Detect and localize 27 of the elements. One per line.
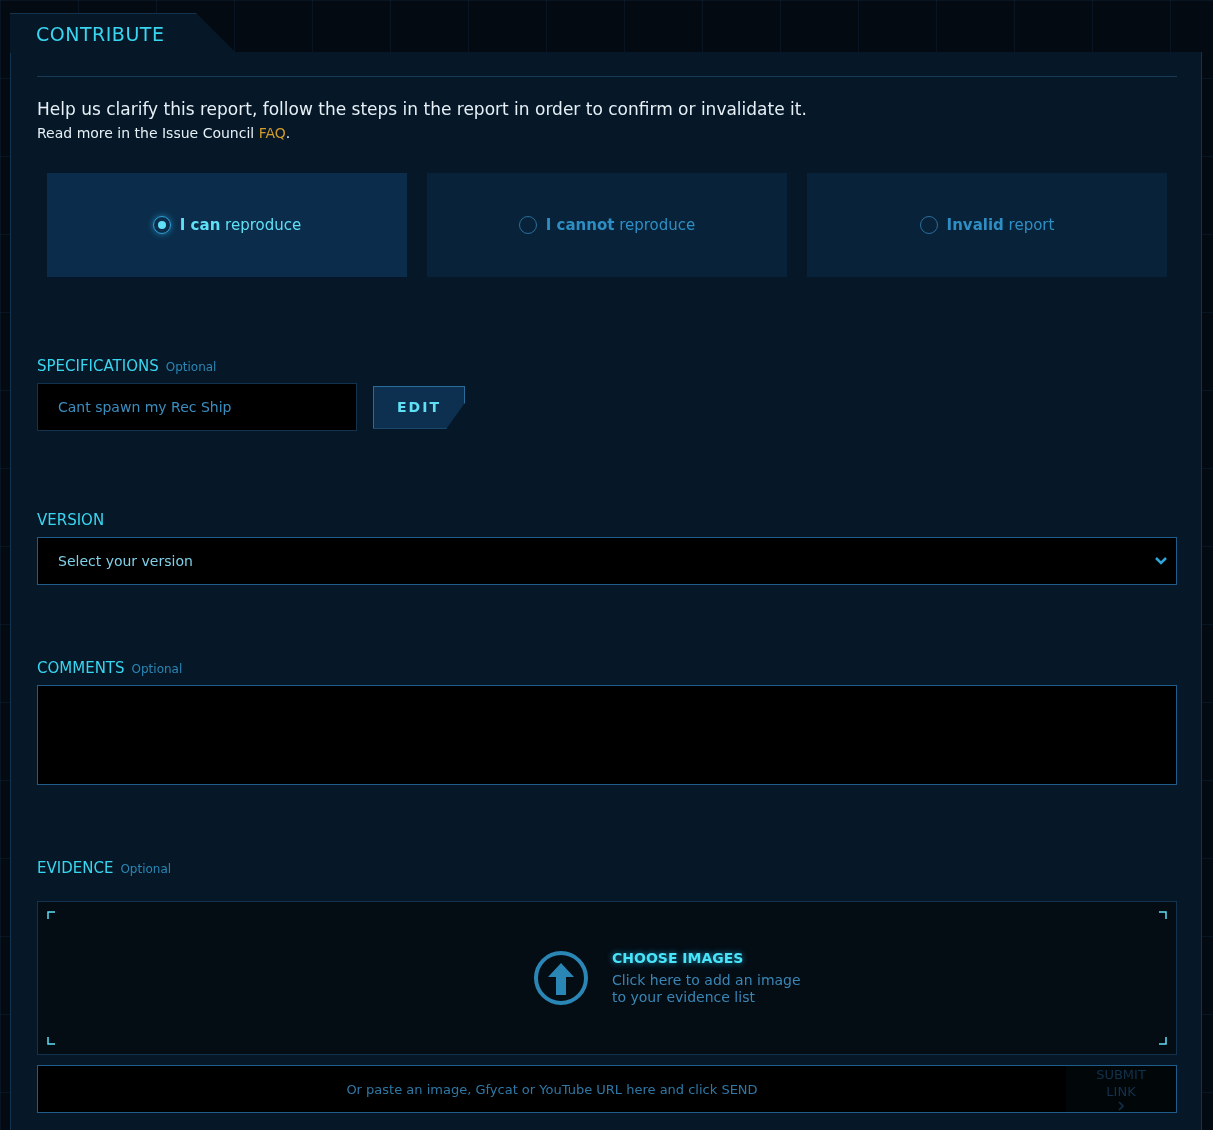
optional-label: Optional	[120, 862, 172, 876]
section-label: VERSION	[37, 511, 105, 529]
upload-hint: Click here to add an image to your evidence list	[612, 972, 802, 1006]
intro-text: Help us clarify this report, follow the steps in the report in order to confirm or invalidate it.	[37, 99, 808, 119]
section-label: COMMENTS	[37, 659, 125, 677]
reproduce-option[interactable]: I cannot reproduce	[427, 173, 787, 277]
comments-field[interactable]	[37, 685, 1177, 785]
corner-mark-icon	[47, 1037, 55, 1045]
faq-link[interactable]: FAQ	[258, 125, 286, 141]
optional-label: Optional	[165, 360, 217, 374]
corner-mark-icon	[1159, 911, 1167, 919]
read-more-text: Read more in the Issue Council FAQ.	[37, 125, 292, 141]
reproduce-option[interactable]: Invalid report	[807, 173, 1167, 277]
specifications-field[interactable]: Cant spawn my Rec Ship	[37, 383, 357, 431]
choose-images-label: CHOOSE IMAGES	[612, 950, 745, 966]
chevron-right-icon	[1117, 1100, 1125, 1112]
edit-button[interactable]: EDIT	[373, 385, 465, 429]
optional-label: Optional	[131, 662, 183, 676]
corner-mark-icon	[47, 911, 55, 919]
reproduce-option[interactable]: I can reproduce	[47, 173, 407, 277]
corner-mark-icon	[1159, 1037, 1167, 1045]
image-drop-area[interactable]: CHOOSE IMAGES Click here to add an image to your evidence list	[37, 901, 1177, 1055]
section-label: SPECIFICATIONS	[37, 357, 159, 375]
chevron-down-icon	[1154, 556, 1168, 566]
panel-title: CONTRIBUTE	[36, 22, 165, 45]
version-dropdown[interactable]: Select your version	[37, 537, 1177, 585]
section-label: EVIDENCE	[37, 859, 114, 877]
